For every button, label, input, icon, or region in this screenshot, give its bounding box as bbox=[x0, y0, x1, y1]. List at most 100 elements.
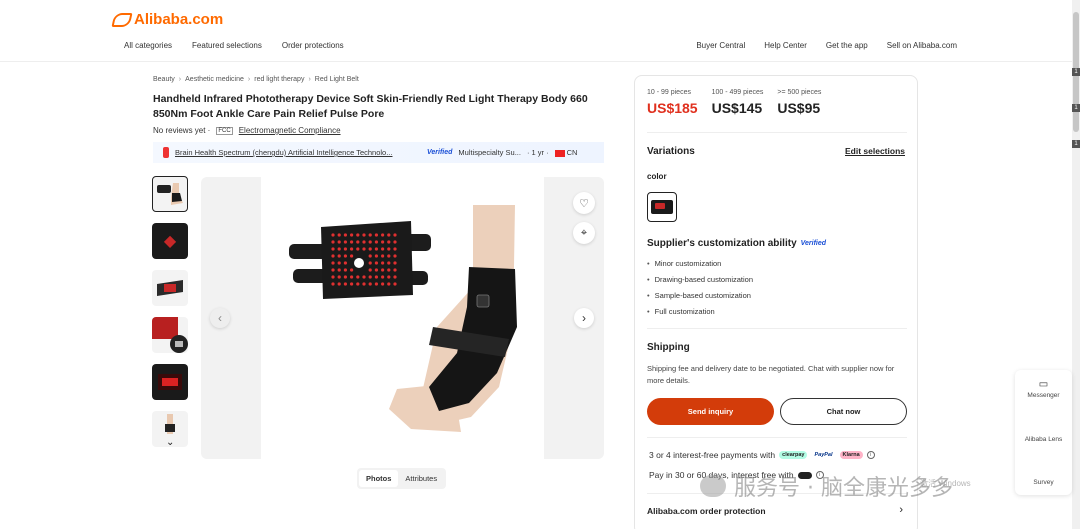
led-dot bbox=[343, 261, 347, 265]
page-scrollbar[interactable]: 1 1 1 bbox=[1072, 0, 1080, 529]
nav-help-center[interactable]: Help Center bbox=[764, 41, 807, 50]
info-icon[interactable]: i bbox=[866, 451, 875, 459]
led-dot bbox=[393, 254, 397, 258]
shipping-text: Shipping fee and delivery date to be neg… bbox=[647, 364, 895, 385]
nav-all-categories[interactable]: All categories bbox=[124, 41, 172, 50]
tab-photos[interactable]: Photos bbox=[359, 470, 399, 487]
led-dot bbox=[381, 233, 385, 237]
thumbnail-3[interactable] bbox=[152, 270, 188, 306]
thumbnail-1[interactable] bbox=[152, 176, 188, 212]
led-dot bbox=[350, 275, 354, 279]
certification-link[interactable]: Electromagnetic Compliance bbox=[239, 126, 341, 135]
led-dot bbox=[337, 268, 341, 272]
favorite-heart-icon[interactable]: ♡ bbox=[573, 192, 595, 214]
next-image-button[interactable]: › bbox=[574, 308, 594, 328]
swatch-image-icon bbox=[651, 200, 673, 214]
rail-messenger[interactable]: ▭ Messenger bbox=[1015, 379, 1072, 399]
led-dot bbox=[368, 240, 372, 244]
device-thumbnail-icon bbox=[152, 317, 188, 353]
supplier-name-link[interactable]: Brain Health Spectrum (chengdu) Artifici… bbox=[175, 148, 421, 157]
led-dot bbox=[374, 261, 378, 265]
customization-title-text: Supplier's customization ability bbox=[647, 238, 797, 249]
led-dot bbox=[350, 254, 354, 258]
tier-price: US$145 bbox=[711, 100, 763, 116]
nav-featured-selections[interactable]: Featured selections bbox=[192, 41, 262, 50]
led-dot bbox=[356, 282, 360, 286]
led-dot bbox=[368, 282, 372, 286]
country-code: CN bbox=[566, 148, 578, 157]
ankle-brace-photo-icon bbox=[289, 205, 517, 432]
main-product-image[interactable]: ‹ › ♡ ⌖ bbox=[201, 177, 604, 459]
fcc-icon: FCC bbox=[216, 126, 233, 135]
edit-selections-link[interactable]: Edit selections bbox=[845, 146, 905, 156]
led-dot bbox=[387, 261, 391, 265]
thumbnail-2[interactable]: ◆ bbox=[152, 223, 188, 259]
order-protection-title[interactable]: Alibaba.com order protection bbox=[647, 506, 766, 516]
led-dot bbox=[331, 247, 335, 251]
led-dot bbox=[356, 233, 360, 237]
list-item: Minor customization bbox=[647, 259, 753, 268]
crumb-red-light[interactable]: red light therapy bbox=[254, 76, 304, 83]
chevron-down-icon[interactable]: ⌄ bbox=[166, 437, 174, 448]
led-dot bbox=[337, 261, 341, 265]
image-search-icon[interactable]: ⌖ bbox=[573, 222, 595, 244]
color-swatch[interactable] bbox=[647, 192, 677, 222]
tier-qty: 100 - 499 pieces bbox=[711, 89, 764, 96]
payment-text: 3 or 4 interest-free payments with bbox=[649, 450, 776, 460]
rail-lens[interactable]: Alibaba Lens bbox=[1015, 436, 1072, 443]
crumb-beauty[interactable]: Beauty bbox=[153, 76, 175, 83]
paypal-icon: PayPal bbox=[814, 452, 833, 458]
previous-image-button[interactable]: ‹ bbox=[210, 308, 230, 328]
rail-label: Survey bbox=[1033, 479, 1054, 486]
clearpay-icon: clearpay bbox=[779, 451, 808, 459]
nav-sell[interactable]: Sell on Alibaba.com bbox=[887, 41, 957, 50]
tab-attributes[interactable]: Attributes bbox=[398, 470, 444, 487]
supplier-country: CN bbox=[554, 148, 578, 157]
led-dot bbox=[331, 282, 335, 286]
thumbnail-5[interactable] bbox=[152, 364, 188, 400]
reviews-row: No reviews yet · FCC Electromagnetic Com… bbox=[153, 126, 341, 135]
led-dot bbox=[374, 233, 378, 237]
chevron-right-icon[interactable]: › bbox=[899, 504, 903, 516]
led-dot bbox=[362, 240, 366, 244]
product-page: Alibaba.com All categories Featured sele… bbox=[0, 0, 1080, 529]
led-dot bbox=[368, 247, 372, 251]
led-dot bbox=[350, 240, 354, 244]
color-label: color bbox=[647, 172, 667, 181]
crumb-aesthetic[interactable]: Aesthetic medicine bbox=[185, 76, 244, 83]
send-inquiry-button[interactable]: Send inquiry bbox=[647, 398, 774, 425]
led-dot bbox=[387, 254, 391, 258]
crumb-red-light-belt[interactable]: Red Light Belt bbox=[315, 76, 359, 83]
led-dot bbox=[356, 247, 360, 251]
supplier-type: Multispecialty Su... bbox=[458, 148, 521, 157]
chat-now-button[interactable]: Chat now bbox=[780, 398, 907, 425]
china-flag-icon bbox=[554, 149, 565, 157]
verified-badge: Verified bbox=[427, 149, 453, 156]
nav-order-protections[interactable]: Order protections bbox=[282, 41, 344, 50]
led-dot bbox=[387, 268, 391, 272]
chevron-right-icon: › bbox=[308, 76, 311, 83]
led-dot bbox=[337, 247, 341, 251]
alibaba-logo-icon bbox=[111, 12, 133, 27]
breadcrumb: Beauty › Aesthetic medicine › red light … bbox=[153, 76, 359, 83]
list-item: Drawing-based customization bbox=[647, 275, 753, 284]
led-dot bbox=[331, 233, 335, 237]
thumbnail-4[interactable] bbox=[152, 317, 188, 353]
led-dot bbox=[393, 268, 397, 272]
led-dot bbox=[350, 233, 354, 237]
red-light-thumbnail-icon: ◆ bbox=[163, 233, 177, 250]
led-dot bbox=[393, 275, 397, 279]
led-dot bbox=[331, 268, 335, 272]
nav-buyer-central[interactable]: Buyer Central bbox=[696, 41, 745, 50]
verified-badge: Verified bbox=[800, 240, 827, 247]
led-dot bbox=[374, 254, 378, 258]
led-dot bbox=[368, 268, 372, 272]
nav-get-app[interactable]: Get the app bbox=[826, 41, 868, 50]
alibaba-logo[interactable]: Alibaba.com bbox=[111, 11, 223, 28]
led-dot bbox=[343, 275, 347, 279]
rail-survey[interactable]: Survey bbox=[1015, 479, 1072, 486]
supplier-years: · 1 yr · bbox=[526, 148, 549, 157]
led-dot bbox=[356, 240, 360, 244]
divider bbox=[647, 437, 907, 438]
led-dot bbox=[362, 282, 366, 286]
